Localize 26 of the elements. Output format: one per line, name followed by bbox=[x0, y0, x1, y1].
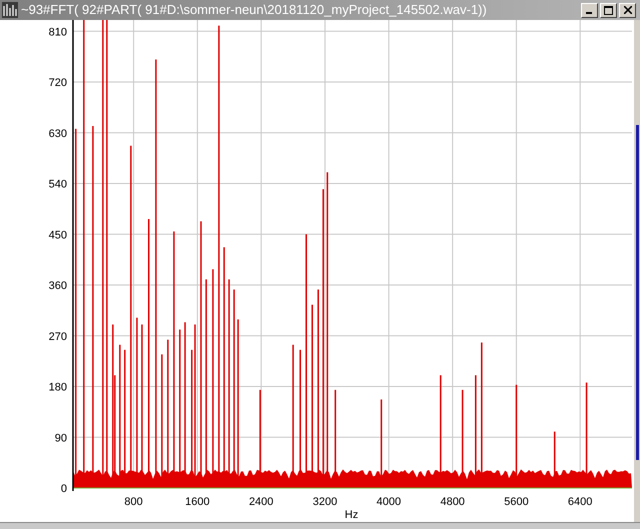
close-button[interactable] bbox=[619, 2, 636, 18]
x-tick-label: 1600 bbox=[185, 496, 210, 508]
y-tick-label: 180 bbox=[48, 382, 67, 394]
window-title: ~93#FFT( 92#PART( 91#D:\sommer-neun\20181120_myProject_145502.wav-1)) bbox=[21, 1, 488, 20]
x-axis-label: Hz bbox=[344, 509, 358, 521]
y-tick-label: 90 bbox=[54, 432, 67, 444]
y-tick-label: 450 bbox=[48, 229, 67, 242]
minimize-button[interactable] bbox=[581, 2, 598, 18]
maximize-icon bbox=[604, 6, 613, 14]
y-tick-label: 270 bbox=[48, 330, 67, 343]
y-tick-label: 810 bbox=[48, 26, 67, 38]
y-tick-label: 540 bbox=[48, 178, 67, 191]
x-tick-label: 2400 bbox=[248, 496, 274, 508]
close-icon bbox=[624, 6, 632, 14]
maximize-button[interactable] bbox=[600, 2, 617, 18]
y-tick-label: 360 bbox=[48, 280, 67, 292]
y-tick-label: 630 bbox=[48, 128, 67, 140]
x-tick-label: 4800 bbox=[440, 496, 465, 508]
x-tick-label: 6400 bbox=[568, 496, 592, 508]
x-tick-label: 4000 bbox=[376, 496, 402, 508]
x-tick-label: 800 bbox=[124, 496, 143, 508]
x-tick-label: 3200 bbox=[312, 496, 338, 508]
app-icon bbox=[2, 2, 18, 18]
x-tick-label: 5600 bbox=[504, 496, 529, 508]
y-tick-label: 0 bbox=[60, 483, 67, 495]
y-tick-label: 720 bbox=[48, 77, 67, 90]
